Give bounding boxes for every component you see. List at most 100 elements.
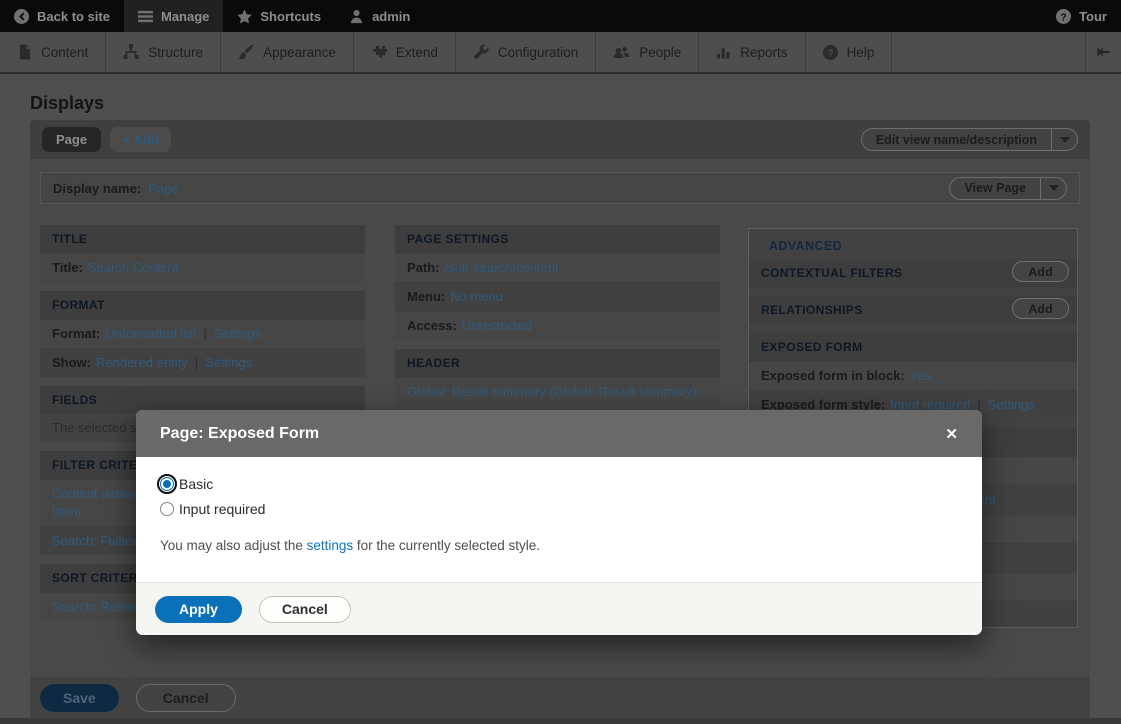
menu-item-structure-label: Structure bbox=[148, 45, 203, 60]
document-icon bbox=[17, 44, 32, 60]
pipe-separator: | bbox=[196, 326, 213, 341]
manage-tab[interactable]: Manage bbox=[124, 0, 223, 32]
section-format-header: FORMAT bbox=[40, 291, 365, 319]
note-text-post: for the currently selected style. bbox=[353, 538, 540, 553]
admin-menu-tray: Content Structure Appearance Extend Conf… bbox=[0, 32, 1121, 74]
svg-text:?: ? bbox=[1060, 12, 1066, 23]
admin-user-tab[interactable]: admin bbox=[335, 0, 424, 32]
wrench-icon bbox=[473, 44, 489, 60]
chevron-down-icon bbox=[1049, 185, 1059, 191]
plus-icon: + bbox=[122, 132, 130, 147]
menu-item-appearance-label: Appearance bbox=[263, 45, 336, 60]
edit-view-name-button[interactable]: Edit view name/description bbox=[861, 128, 1078, 151]
exposed-form-settings-link[interactable]: Settings bbox=[988, 397, 1035, 412]
radio-basic-label: Basic bbox=[179, 476, 213, 492]
access-label: Access: bbox=[407, 318, 457, 333]
menu-item-reports-label: Reports bbox=[740, 45, 787, 60]
collapse-icon: ⇤ bbox=[1097, 42, 1110, 62]
dialog-buttonpane: Apply Cancel bbox=[136, 582, 982, 635]
advanced-toggle[interactable]: ADVANCED bbox=[749, 229, 1077, 259]
back-to-site-label: Back to site bbox=[37, 9, 110, 24]
edit-view-name-label: Edit view name/description bbox=[862, 129, 1051, 150]
view-page-dropdown-toggle[interactable] bbox=[1040, 178, 1066, 199]
menu-label: Menu: bbox=[407, 289, 445, 304]
people-icon bbox=[613, 44, 630, 60]
access-row: Access: Unrestricted bbox=[395, 311, 720, 340]
menu-link[interactable]: No menu bbox=[450, 289, 503, 304]
menu-item-configuration[interactable]: Configuration bbox=[456, 32, 596, 72]
settings-link[interactable]: settings bbox=[307, 538, 354, 553]
path-link[interactable]: /solr-search/content bbox=[445, 260, 559, 275]
display-name-link[interactable]: Page bbox=[148, 181, 178, 196]
section-exposed-form-header: EXPOSED FORM bbox=[749, 333, 1077, 361]
radio-option-input-required[interactable]: Input required bbox=[160, 501, 958, 517]
close-icon[interactable]: ✕ bbox=[945, 425, 958, 443]
format-settings-link[interactable]: Settings bbox=[214, 326, 261, 341]
exposed-form-dialog: Page: Exposed Form ✕ Basic Input require… bbox=[136, 410, 982, 635]
toolbar-spacer bbox=[424, 0, 1042, 32]
edit-view-dropdown-toggle[interactable] bbox=[1051, 129, 1077, 150]
menu-item-content-label: Content bbox=[41, 45, 88, 60]
menu-item-help[interactable]: ? Help bbox=[806, 32, 893, 72]
question-circle-icon: ? bbox=[1056, 9, 1071, 24]
show-label: Show: bbox=[52, 355, 91, 370]
exposed-form-block-label: Exposed form in block: bbox=[761, 368, 905, 383]
tour-button[interactable]: ? Tour bbox=[1042, 0, 1121, 32]
tray-collapse-toggle[interactable]: ⇤ bbox=[1085, 32, 1121, 72]
format-link[interactable]: Unformatted list bbox=[105, 326, 196, 341]
apply-button[interactable]: Apply bbox=[155, 596, 242, 623]
save-button[interactable]: Save bbox=[40, 684, 119, 712]
format-row: Format: Unformatted list|Settings bbox=[40, 319, 365, 348]
exposed-form-block-link[interactable]: Yes bbox=[910, 368, 931, 383]
add-display-button[interactable]: + Add bbox=[110, 127, 171, 152]
show-link[interactable]: Rendered entity bbox=[96, 355, 188, 370]
show-row: Show:Rendered entity|Settings bbox=[40, 348, 365, 377]
view-page-button[interactable]: View Page bbox=[949, 177, 1067, 200]
relationships-add-button[interactable]: Add bbox=[1012, 298, 1069, 319]
radio-button-selected[interactable] bbox=[160, 477, 174, 491]
radio-option-basic[interactable]: Basic bbox=[160, 476, 958, 492]
dialog-title: Page: Exposed Form bbox=[160, 425, 945, 443]
menu-item-configuration-label: Configuration bbox=[498, 45, 578, 60]
contextual-add-label: Add bbox=[1013, 265, 1068, 279]
cancel-button[interactable]: Cancel bbox=[136, 684, 236, 712]
show-settings-link[interactable]: Settings bbox=[205, 355, 252, 370]
access-link[interactable]: Unrestricted bbox=[462, 318, 532, 333]
section-header-header: HEADER bbox=[395, 349, 720, 377]
shortcuts-tab[interactable]: Shortcuts bbox=[223, 0, 335, 32]
admin-user-label: admin bbox=[372, 9, 410, 24]
menu-item-extend-label: Extend bbox=[396, 45, 438, 60]
back-arrow-icon bbox=[14, 9, 29, 24]
shortcuts-label: Shortcuts bbox=[260, 9, 321, 24]
page-bottom-strip bbox=[0, 718, 1121, 724]
menu-item-structure[interactable]: Structure bbox=[106, 32, 221, 72]
menu-item-extend[interactable]: Extend bbox=[354, 32, 456, 72]
user-icon bbox=[349, 9, 364, 24]
note-text-pre: You may also adjust the bbox=[160, 538, 307, 553]
title-link[interactable]: Search Content bbox=[88, 260, 178, 275]
back-to-site-button[interactable]: Back to site bbox=[0, 0, 124, 32]
tab-page-display[interactable]: Page bbox=[42, 127, 101, 152]
dialog-note: You may also adjust the settings for the… bbox=[160, 538, 958, 553]
radio-button[interactable] bbox=[160, 502, 174, 516]
exposed-form-block-row: Exposed form in block: Yes bbox=[749, 361, 1077, 390]
dialog-titlebar[interactable]: Page: Exposed Form ✕ bbox=[136, 410, 982, 457]
menu-item-people[interactable]: People bbox=[596, 32, 699, 72]
svg-text:?: ? bbox=[827, 48, 833, 59]
add-display-label: Add bbox=[134, 132, 159, 147]
sitemap-icon bbox=[123, 44, 139, 60]
dialog-cancel-button[interactable]: Cancel bbox=[259, 596, 351, 623]
displays-tabs-row: Page + Add Edit view name/description bbox=[30, 120, 1090, 159]
page-title: Displays bbox=[30, 93, 104, 114]
contextual-filters-add-button[interactable]: Add bbox=[1012, 261, 1069, 282]
manage-label: Manage bbox=[161, 9, 209, 24]
menu-item-content[interactable]: Content bbox=[0, 32, 106, 72]
display-name-label: Display name: bbox=[53, 181, 141, 196]
menu-row: Menu: No menu bbox=[395, 282, 720, 311]
header-result-summary-link[interactable]: Global: Result summary (Global: Result s… bbox=[407, 384, 697, 399]
menu-item-reports[interactable]: Reports bbox=[699, 32, 805, 72]
format-label: Format: bbox=[52, 326, 100, 341]
tray-spacer bbox=[892, 32, 1085, 72]
radio-input-required-label: Input required bbox=[179, 501, 265, 517]
menu-item-appearance[interactable]: Appearance bbox=[221, 32, 354, 72]
